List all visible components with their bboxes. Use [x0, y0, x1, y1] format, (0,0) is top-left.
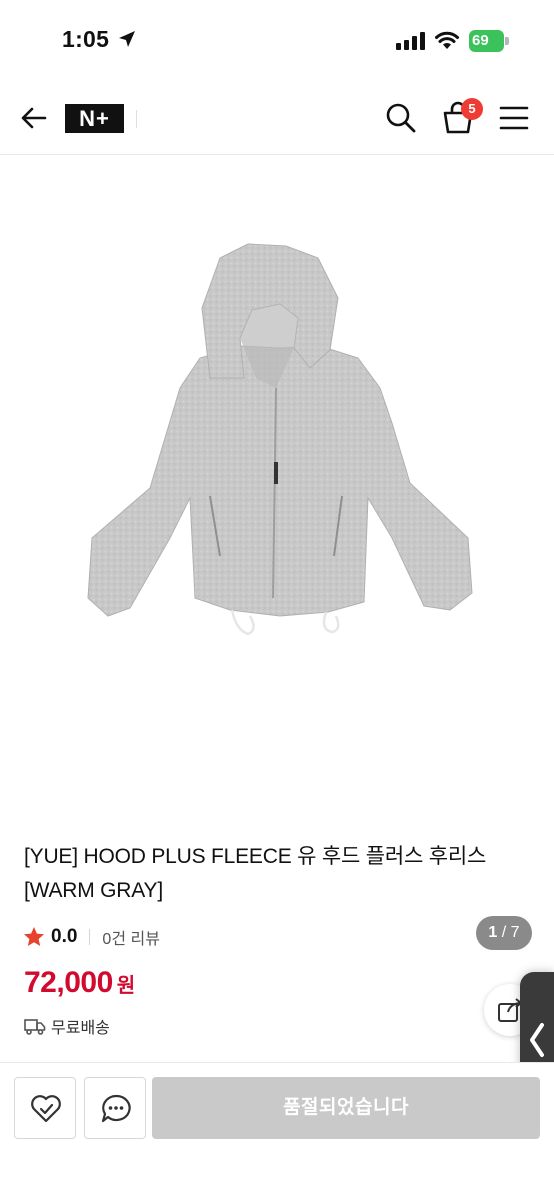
divider: [136, 110, 137, 128]
review-count[interactable]: 0건 리뷰: [102, 925, 160, 949]
rating-value: 0.0: [51, 926, 78, 947]
wifi-icon: [435, 31, 459, 49]
wishlist-button[interactable]: [14, 1077, 76, 1139]
status-time: 1:05: [62, 26, 110, 52]
price-row: 72,000 원: [24, 966, 135, 1000]
price-value: 72,000: [24, 966, 113, 999]
soldout-button[interactable]: 품절되었습니다: [152, 1077, 540, 1139]
cart-count-badge: 5: [461, 98, 483, 120]
product-image[interactable]: 1 / 7: [0, 156, 554, 950]
price-currency: 원: [116, 975, 136, 997]
chat-icon: [101, 1094, 131, 1123]
battery-icon: 69: [469, 30, 509, 52]
hoodie-photo: [87, 243, 473, 636]
brand-logo[interactable]: N+: [65, 104, 124, 133]
signal-icon: [396, 32, 425, 50]
back-arrow-icon[interactable]: [18, 102, 50, 134]
search-icon[interactable]: [384, 101, 418, 135]
shipping-text: 무료배송: [51, 1020, 110, 1037]
star-icon: [24, 927, 44, 946]
wishlist-icon: [31, 1095, 61, 1123]
truck-icon: [24, 1019, 46, 1035]
battery-level: 69: [469, 30, 504, 52]
divider: [89, 929, 91, 945]
chat-button[interactable]: [84, 1077, 146, 1139]
bottom-action-bar: 품절되었습니다: [0, 1062, 554, 1200]
image-counter: 1 / 7: [476, 916, 532, 950]
rating-row[interactable]: 0.0 0건 리뷰: [22, 924, 160, 950]
status-bar: 1:05 69: [0, 0, 554, 80]
shipping-row: 무료배송: [24, 1014, 110, 1038]
chevron-left-icon: [530, 1023, 544, 1057]
product-title: [YUE] HOOD PLUS FLEECE 유 후드 플러스 후리스 [WAR…: [24, 845, 487, 902]
menu-icon[interactable]: [498, 104, 530, 132]
app-header: N+ 5: [0, 80, 554, 155]
location-arrow-icon: [119, 31, 135, 47]
